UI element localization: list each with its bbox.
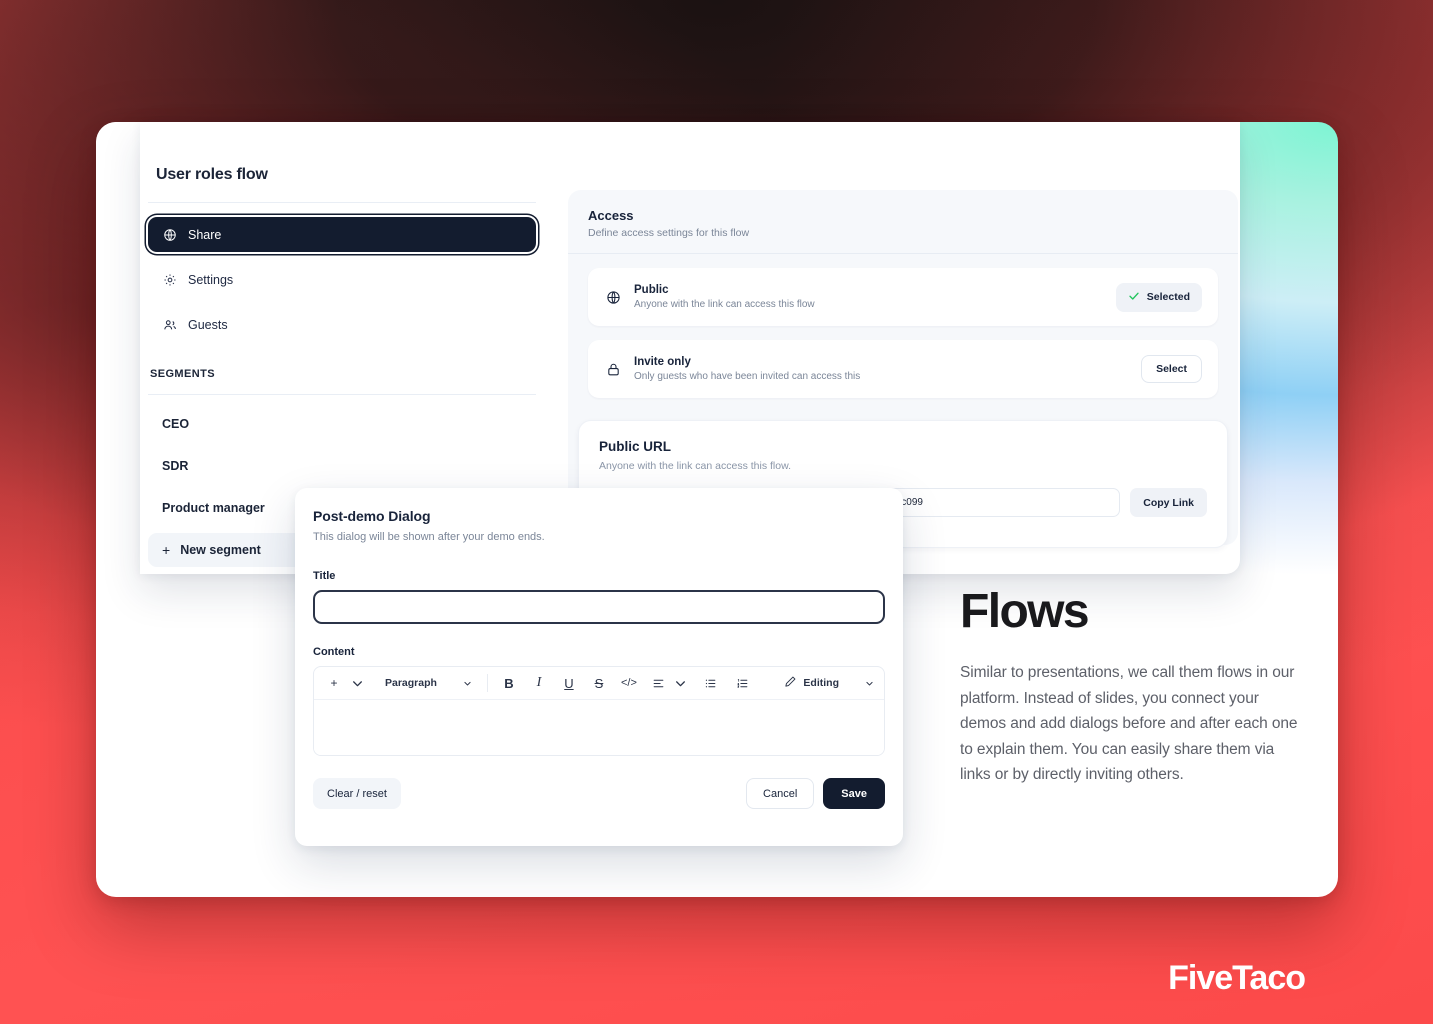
plus-icon[interactable]: +	[324, 672, 344, 694]
cancel-button[interactable]: Cancel	[746, 778, 815, 809]
numbered-list-icon[interactable]	[733, 672, 753, 694]
editor-mode-dropdown[interactable]: Editing	[784, 675, 874, 691]
title-field-label: Title	[313, 570, 336, 582]
public-url-subtitle: Anyone with the link can access this flo…	[599, 460, 792, 472]
editor-mode-label: Editing	[803, 677, 839, 689]
promo-title: Flows	[960, 585, 1090, 638]
copy-link-button[interactable]: Copy Link	[1130, 488, 1207, 517]
content-field-label: Content	[313, 646, 355, 658]
globe-icon	[162, 227, 177, 242]
segment-item-ceo[interactable]: CEO	[148, 407, 536, 441]
segment-label: CEO	[162, 417, 190, 431]
plus-icon: +	[162, 542, 171, 558]
sidebar-item-label: Guests	[188, 317, 228, 332]
chevron-down-icon[interactable]	[347, 672, 367, 694]
access-option-texts: Public Anyone with the link can access t…	[634, 284, 1116, 310]
check-icon	[1128, 290, 1140, 305]
access-option-title: Public	[634, 284, 669, 296]
chevron-down-icon	[464, 681, 471, 685]
promo-body: Similar to presentations, we call them f…	[960, 664, 1298, 783]
access-option-invite-only[interactable]: Invite only Only guests who have been in…	[588, 340, 1218, 398]
bold-button[interactable]: B	[499, 672, 519, 694]
dialog-title: Post-demo Dialog	[313, 508, 431, 524]
brand-logo: FiveTaco	[1168, 959, 1306, 997]
chevron-down-icon[interactable]	[671, 672, 691, 694]
chevron-down-icon	[866, 681, 873, 685]
strikethrough-button[interactable]: S	[589, 672, 609, 694]
access-title: Access	[588, 208, 634, 223]
segment-label: Product manager	[162, 501, 265, 515]
segment-item-sdr[interactable]: SDR	[148, 449, 536, 483]
sidebar-nav: Share Settings Guests	[148, 217, 536, 342]
code-button[interactable]: </>	[619, 672, 639, 694]
promo-section: Flows Similar to presentations, we call …	[960, 588, 1300, 788]
page-title: User roles flow	[156, 166, 268, 183]
select-button[interactable]: Select	[1141, 355, 1202, 383]
access-option-subtitle: Anyone with the link can access this flo…	[634, 299, 815, 310]
selected-badge[interactable]: Selected	[1115, 282, 1202, 312]
sidebar-item-share[interactable]: Share	[148, 217, 536, 252]
dialog-subtitle: This dialog will be shown after your dem…	[313, 531, 545, 543]
access-option-title: Invite only	[634, 356, 691, 368]
pencil-icon	[784, 675, 797, 691]
access-option-subtitle: Only guests who have been invited can ac…	[634, 371, 861, 382]
segments-heading: SEGMENTS	[150, 368, 215, 380]
align-left-icon[interactable]	[649, 672, 669, 694]
access-option-texts: Invite only Only guests who have been in…	[634, 356, 1141, 382]
save-button[interactable]: Save	[823, 778, 885, 809]
globe-icon	[604, 288, 622, 306]
sidebar-item-label: Share	[188, 227, 222, 242]
segments-divider	[148, 394, 536, 395]
italic-button[interactable]: I	[529, 672, 549, 694]
rich-text-editor: + Paragraph B I U S </> Editing	[313, 666, 885, 756]
clear-reset-button[interactable]: Clear / reset	[313, 778, 401, 809]
sidebar-item-label: Settings	[188, 272, 234, 287]
editor-toolbar: + Paragraph B I U S </> Editing	[314, 667, 884, 700]
bullet-list-icon[interactable]	[701, 672, 721, 694]
block-style-dropdown[interactable]: Paragraph	[381, 677, 476, 689]
dialog-footer: Clear / reset Cancel Save	[313, 778, 885, 809]
lock-icon	[604, 360, 622, 378]
editor-content-area[interactable]	[314, 700, 884, 755]
block-style-label: Paragraph	[385, 677, 437, 689]
selected-label: Selected	[1146, 291, 1190, 303]
sidebar-divider	[148, 202, 536, 203]
public-url-title: Public URL	[599, 439, 672, 454]
new-segment-label: New segment	[180, 543, 261, 557]
access-option-public[interactable]: Public Anyone with the link can access t…	[588, 268, 1218, 326]
insert-group: +	[324, 672, 367, 694]
toolbar-divider	[486, 674, 488, 692]
users-icon	[162, 317, 177, 332]
sidebar-item-guests[interactable]: Guests	[148, 307, 536, 342]
underline-button[interactable]: U	[559, 672, 579, 694]
gear-icon	[162, 272, 177, 287]
access-subtitle: Define access settings for this flow	[588, 227, 750, 239]
post-demo-dialog-card: Post-demo Dialog This dialog will be sho…	[295, 488, 903, 846]
sidebar-item-settings[interactable]: Settings	[148, 262, 536, 297]
title-input[interactable]	[313, 590, 885, 624]
access-divider	[568, 253, 1238, 254]
segment-label: SDR	[162, 459, 189, 473]
